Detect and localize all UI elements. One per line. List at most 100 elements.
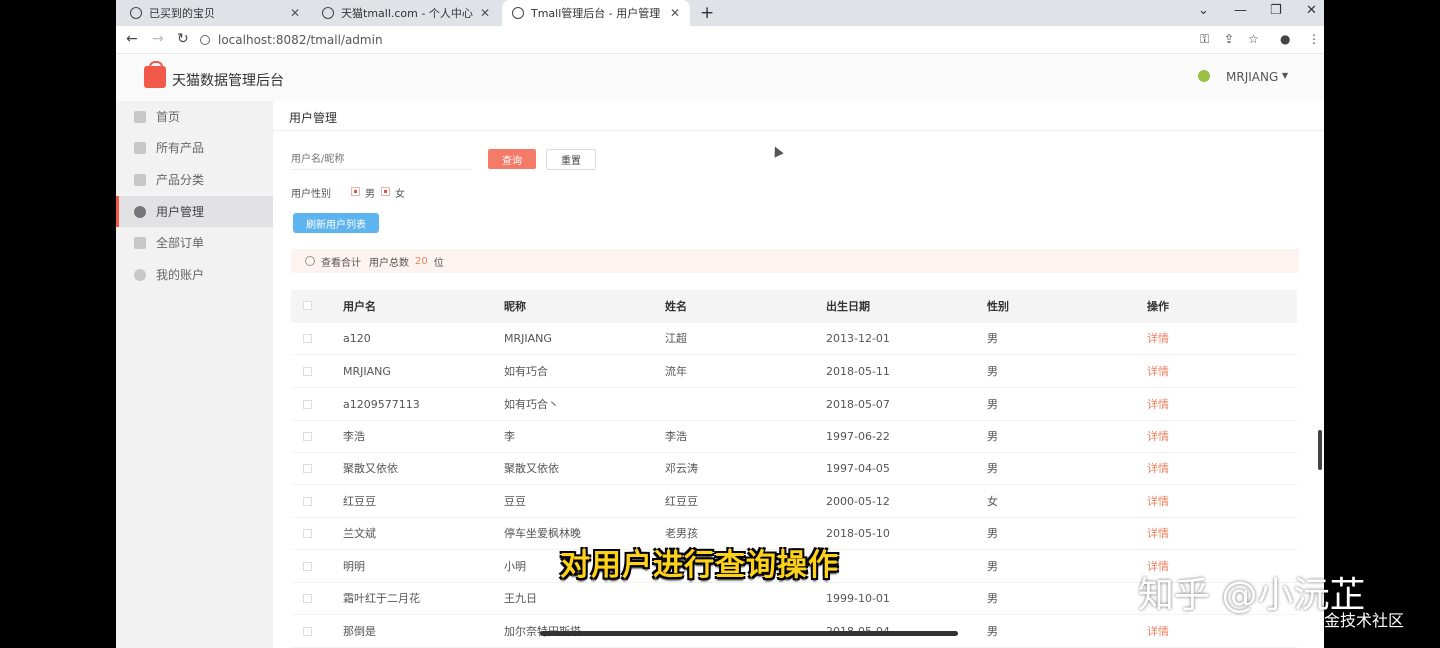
tab-title: Tmall管理后台 - 用户管理: [531, 7, 661, 20]
cell-birthday: 2018-05-07: [826, 398, 890, 411]
row-checkbox[interactable]: [303, 432, 312, 441]
sidebar-item-users[interactable]: 用户管理: [116, 196, 273, 227]
cell-name: 江超: [665, 332, 687, 345]
share-icon[interactable]: ⇪: [1224, 32, 1234, 46]
detail-link[interactable]: 详情: [1147, 616, 1169, 648]
select-all-checkbox[interactable]: [303, 301, 312, 310]
sidebar-item-home[interactable]: 首页: [116, 101, 273, 132]
summary-prefix: 查看合计: [321, 257, 361, 269]
sidebar-item-label: 用户管理: [156, 205, 205, 219]
address-bar[interactable]: localhost:8082/tmall/admin: [200, 30, 1190, 50]
cell-name: 红豆豆: [665, 495, 698, 508]
star-icon[interactable]: ☆: [1248, 32, 1259, 46]
detail-link[interactable]: 详情: [1147, 518, 1169, 550]
back-icon[interactable]: ←: [126, 31, 138, 47]
sidebar-item-label: 产品分类: [156, 173, 205, 187]
tab-purchased[interactable]: 已买到的宝贝 ✕: [120, 0, 310, 26]
site-info-icon[interactable]: [200, 35, 210, 45]
minimize-button[interactable]: —: [1234, 3, 1247, 18]
row-checkbox[interactable]: [303, 400, 312, 409]
detail-link[interactable]: 详情: [1147, 323, 1169, 355]
close-window-button[interactable]: ✕: [1306, 3, 1317, 18]
gender-male-checkbox[interactable]: [351, 187, 360, 196]
close-icon[interactable]: ✕: [290, 6, 300, 20]
cell-username: 李浩: [343, 430, 365, 443]
sidebar-item-categories[interactable]: 产品分类: [116, 164, 273, 195]
cell-gender: 男: [987, 625, 998, 638]
close-icon[interactable]: ✕: [480, 6, 490, 20]
refresh-user-list-button[interactable]: 刷新用户列表: [293, 213, 379, 233]
column-action: 操作: [1147, 300, 1169, 313]
tab-personal-center[interactable]: 天猫tmall.com - 个人中心 ✕: [312, 0, 500, 26]
globe-icon: [512, 7, 524, 19]
cell-username: a1209577113: [343, 398, 420, 411]
cell-gender: 男: [987, 398, 998, 411]
sidebar-item-products[interactable]: 所有产品: [116, 132, 273, 163]
cell-nickname: 豆豆: [504, 495, 526, 508]
detail-link[interactable]: 详情: [1147, 421, 1169, 453]
detail-link[interactable]: 详情: [1147, 389, 1169, 421]
cell-nickname: 如有巧合丶: [504, 398, 559, 411]
search-icon: [305, 256, 315, 266]
search-input[interactable]: [291, 150, 471, 170]
new-tab-button[interactable]: +: [700, 3, 714, 23]
forward-icon[interactable]: →: [152, 31, 164, 47]
product-icon: [134, 141, 146, 154]
row-checkbox[interactable]: [303, 529, 312, 538]
close-icon[interactable]: ✕: [670, 6, 680, 20]
caret-down-icon[interactable]: ▼: [1282, 71, 1288, 80]
reload-icon[interactable]: ↻: [177, 31, 189, 47]
table-row: 红豆豆 豆豆 红豆豆 2000-05-12 女 详情: [291, 486, 1297, 518]
table-row: a1209577113 如有巧合丶 2018-05-07 男 详情: [291, 389, 1297, 421]
sidebar-item-label: 所有产品: [156, 141, 205, 155]
row-checkbox[interactable]: [303, 627, 312, 636]
tab-admin-users[interactable]: Tmall管理后台 - 用户管理 ✕: [502, 0, 690, 26]
table-row: a120 MRJIANG 江超 2013-12-01 男 详情: [291, 323, 1297, 355]
avatar[interactable]: [1198, 70, 1210, 82]
user-menu[interactable]: MRJIANG: [1226, 70, 1278, 84]
scrollbar[interactable]: [1318, 430, 1322, 470]
app-title: 天猫数据管理后台: [172, 73, 284, 89]
gender-female-checkbox[interactable]: [381, 187, 390, 196]
cell-username: 红豆豆: [343, 495, 376, 508]
key-icon[interactable]: ⚿: [1200, 32, 1209, 47]
cell-username: a120: [343, 332, 371, 345]
row-checkbox[interactable]: [303, 464, 312, 473]
cell-username: MRJIANG: [343, 365, 391, 378]
sidebar-item-label: 首页: [156, 110, 181, 124]
column-birthday[interactable]: 出生日期: [826, 290, 870, 323]
row-checkbox[interactable]: [303, 367, 312, 376]
column-nickname[interactable]: 昵称: [504, 290, 526, 323]
row-checkbox[interactable]: [303, 497, 312, 506]
detail-link[interactable]: 详情: [1147, 486, 1169, 518]
cell-birthday: 2018-05-11: [826, 365, 890, 378]
cell-name: 邓云涛: [665, 462, 698, 475]
column-username[interactable]: 用户名: [343, 290, 376, 323]
profile-icon[interactable]: ●: [1280, 32, 1290, 46]
column-name[interactable]: 姓名: [665, 290, 687, 323]
restore-button[interactable]: ❐: [1270, 3, 1282, 18]
row-checkbox[interactable]: [303, 334, 312, 343]
row-checkbox[interactable]: [303, 594, 312, 603]
home-indicator[interactable]: [540, 631, 958, 636]
app-header: 天猫数据管理后台 MRJIANG ▼: [116, 55, 1324, 101]
query-button[interactable]: 查询: [488, 149, 536, 169]
chevron-down-icon[interactable]: ⌄: [1198, 3, 1209, 18]
cell-username: 兰文斌: [343, 527, 376, 540]
detail-link[interactable]: 详情: [1147, 453, 1169, 485]
tab-title: 天猫tmall.com - 个人中心: [341, 7, 473, 20]
globe-icon: [130, 7, 142, 19]
sidebar-item-orders[interactable]: 全部订单: [116, 227, 273, 258]
tab-title: 已买到的宝贝: [149, 7, 215, 20]
column-gender[interactable]: 性别: [987, 290, 1009, 323]
cell-gender: 男: [987, 462, 998, 475]
menu-icon[interactable]: ⋮: [1308, 32, 1320, 46]
row-checkbox[interactable]: [303, 562, 312, 571]
globe-icon: [322, 7, 334, 19]
sidebar-item-account[interactable]: 我的账户: [116, 259, 273, 290]
detail-link[interactable]: 详情: [1147, 356, 1169, 388]
sidebar-item-label: 全部订单: [156, 236, 205, 250]
cell-name: 李浩: [665, 430, 687, 443]
reset-button[interactable]: 重置: [546, 149, 596, 170]
summary-bar: 查看合计 用户总数 20 位: [291, 249, 1299, 273]
